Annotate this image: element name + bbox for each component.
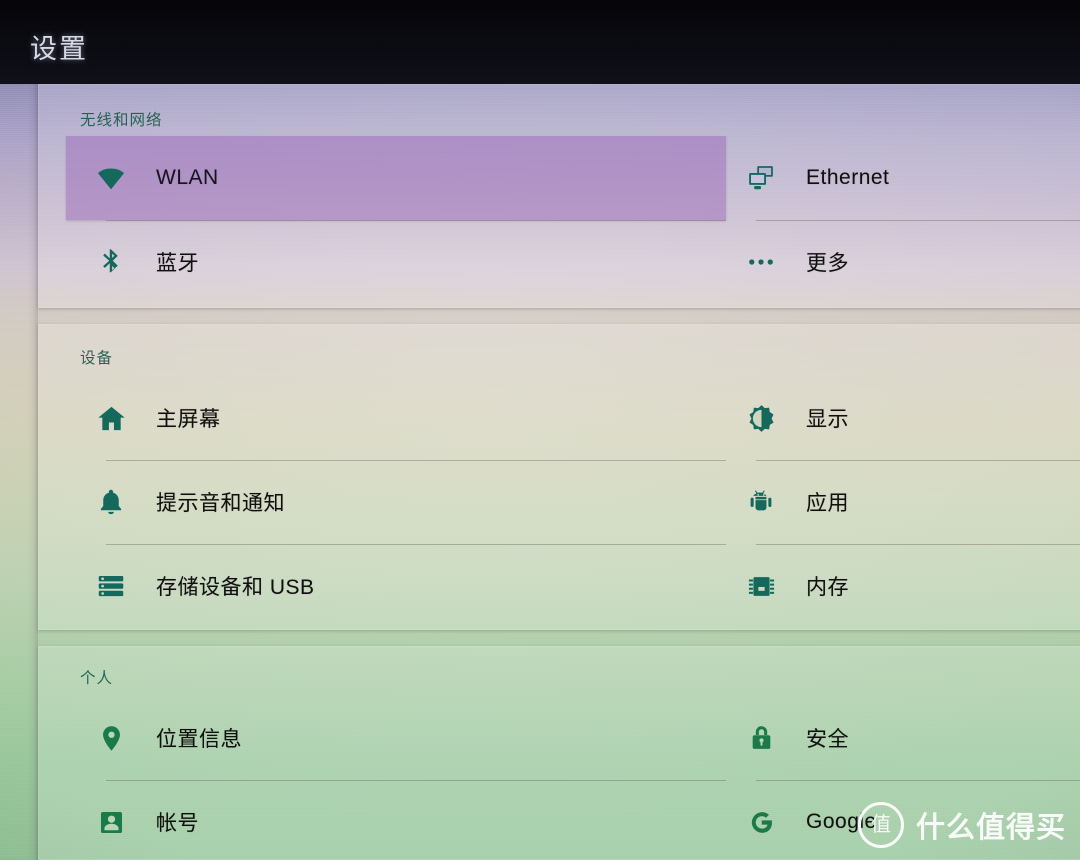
- setting-item-memory[interactable]: 内存: [716, 544, 1080, 628]
- setting-item-sound-notification[interactable]: 提示音和通知: [66, 460, 726, 544]
- section-header-device: 设备: [80, 350, 114, 367]
- section-header-personal: 个人: [80, 670, 114, 687]
- card-wireless-networks: 无线和网络 WLAN 蓝牙 Ethernet 更多: [38, 84, 1080, 308]
- setting-item-bluetooth[interactable]: 蓝牙: [66, 220, 726, 304]
- setting-item-security[interactable]: 安全: [716, 696, 1080, 780]
- lock-icon: [744, 721, 778, 755]
- setting-label: 主屏幕: [156, 408, 221, 431]
- setting-item-display[interactable]: 显示: [716, 376, 1080, 460]
- device-right-column: 显示 应用 内存: [716, 376, 1080, 628]
- watermark: 值 什么值得买: [857, 802, 1066, 848]
- location-pin-icon: [94, 721, 128, 755]
- setting-label: 更多: [806, 252, 849, 275]
- left-background-strip: [0, 84, 38, 860]
- settings-screen: 设置 无线和网络 WLAN 蓝牙 Ethernet 更多 设备 主屏幕 提示音和…: [0, 0, 1080, 860]
- bluetooth-icon: [94, 245, 128, 279]
- row-divider: [106, 780, 726, 781]
- wireless-right-column: Ethernet 更多: [716, 136, 1080, 304]
- setting-item-location[interactable]: 位置信息: [66, 696, 726, 780]
- setting-item-ethernet[interactable]: Ethernet: [716, 136, 1080, 220]
- personal-left-column: 位置信息 帐号: [66, 696, 726, 860]
- row-divider: [106, 544, 726, 545]
- ethernet-icon: [744, 161, 778, 195]
- android-icon: [744, 485, 778, 519]
- setting-label: 位置信息: [156, 728, 242, 751]
- storage-icon: [94, 569, 128, 603]
- setting-item-storage-usb[interactable]: 存储设备和 USB: [66, 544, 726, 628]
- page-title: 设置: [30, 34, 88, 64]
- wifi-icon: [94, 161, 128, 195]
- card-device: 设备 主屏幕 提示音和通知 存储设备和 USB 显示 应用 内存: [38, 324, 1080, 630]
- home-icon: [94, 401, 128, 435]
- more-icon: [744, 245, 778, 279]
- setting-item-home-screen[interactable]: 主屏幕: [66, 376, 726, 460]
- setting-item-wlan[interactable]: WLAN: [66, 136, 726, 220]
- row-divider: [756, 460, 1080, 461]
- watermark-text: 什么值得买: [915, 812, 1066, 844]
- setting-label: 应用: [806, 492, 849, 515]
- app-bar: 设置: [0, 0, 1080, 84]
- setting-label: 显示: [806, 408, 849, 431]
- watermark-badge: 值: [857, 802, 904, 848]
- brightness-icon: [744, 401, 778, 435]
- setting-label: WLAN: [156, 166, 219, 189]
- device-left-column: 主屏幕 提示音和通知 存储设备和 USB: [66, 376, 726, 628]
- setting-item-apps[interactable]: 应用: [716, 460, 1080, 544]
- setting-label: 内存: [806, 576, 849, 599]
- google-icon: [744, 805, 778, 839]
- setting-label: 安全: [806, 728, 849, 751]
- setting-item-more[interactable]: 更多: [716, 220, 1080, 304]
- row-divider: [106, 220, 726, 221]
- setting-label: Ethernet: [806, 166, 890, 189]
- setting-label: 帐号: [156, 812, 199, 835]
- setting-label: 存储设备和 USB: [156, 576, 315, 599]
- setting-item-accounts[interactable]: 帐号: [66, 780, 726, 860]
- setting-label: 提示音和通知: [156, 492, 285, 515]
- bell-icon: [94, 485, 128, 519]
- row-divider: [106, 460, 726, 461]
- wireless-left-column: WLAN 蓝牙: [66, 136, 726, 304]
- memory-chip-icon: [744, 569, 778, 603]
- section-header-wireless: 无线和网络: [80, 112, 163, 129]
- row-divider: [756, 544, 1080, 545]
- row-divider: [756, 220, 1080, 221]
- row-divider: [756, 780, 1080, 781]
- setting-label: 蓝牙: [156, 252, 199, 275]
- person-icon: [94, 805, 128, 839]
